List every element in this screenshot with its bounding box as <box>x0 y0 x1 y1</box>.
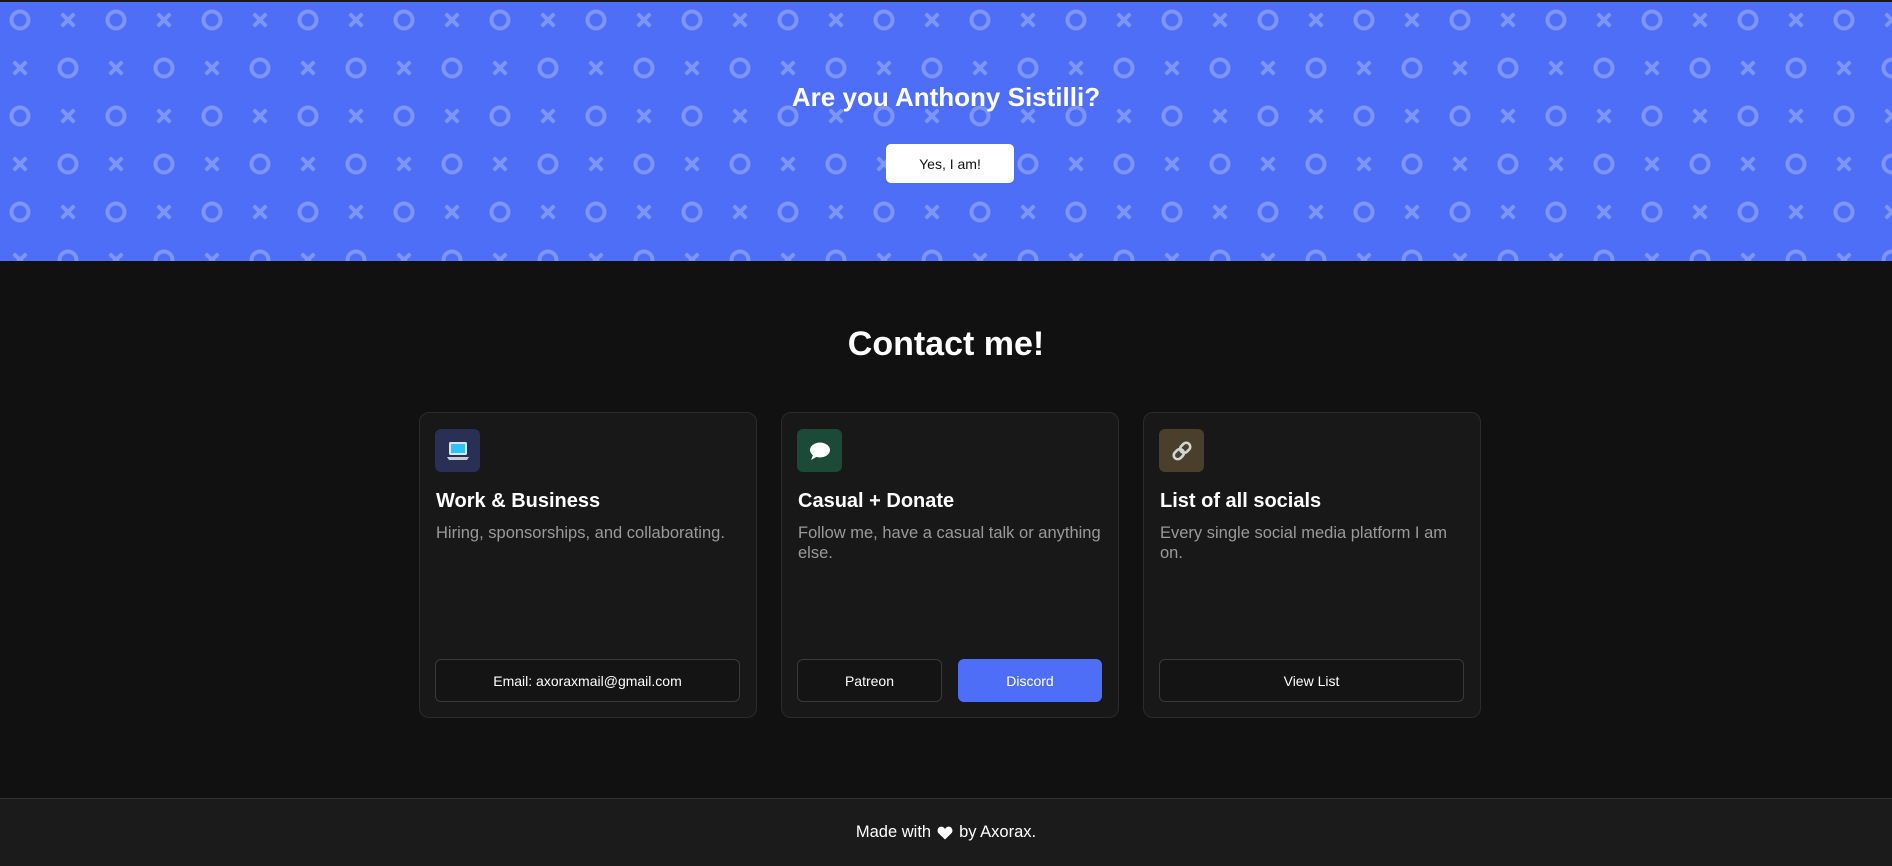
card-description: Follow me, have a casual talk or anythin… <box>798 524 1101 562</box>
laptop-icon <box>435 429 480 472</box>
card-description: Every single social media platform I am … <box>1160 524 1448 562</box>
card-casual-donate: Casual + Donate Follow me, have a casual… <box>781 412 1119 718</box>
heart-icon <box>937 826 953 839</box>
footer-suffix: by Axorax. <box>959 823 1037 841</box>
footer-prefix: Made with <box>855 823 932 841</box>
confirm-identity-button[interactable]: Yes, I am! <box>886 144 1014 183</box>
card-title: Casual + Donate <box>798 490 955 512</box>
card-description: Hiring, sponsorships, and collaborating. <box>436 524 725 542</box>
hero-title: Are you Anthony Sistilli? <box>791 82 1101 112</box>
view-list-button[interactable]: View List <box>1159 659 1464 702</box>
xo-pattern-background <box>0 2 1892 261</box>
card-title: List of all socials <box>1160 490 1322 512</box>
discord-button[interactable]: Discord <box>958 659 1102 702</box>
contact-section-title: Contact me! <box>847 325 1045 363</box>
email-button[interactable]: Email: axoraxmail@gmail.com <box>435 659 740 702</box>
card-list-socials: List of all socials Every single social … <box>1143 412 1481 718</box>
hero-banner: Are you Anthony Sistilli? Yes, I am! <box>0 0 1892 261</box>
card-title: Work & Business <box>436 490 601 512</box>
speech-bubble-icon <box>797 429 842 472</box>
footer: Made with by Axorax. <box>0 798 1892 866</box>
card-work-business: Work & Business Hiring, sponsorships, an… <box>419 412 757 718</box>
patreon-button[interactable]: Patreon <box>797 659 942 702</box>
link-icon <box>1159 429 1204 472</box>
